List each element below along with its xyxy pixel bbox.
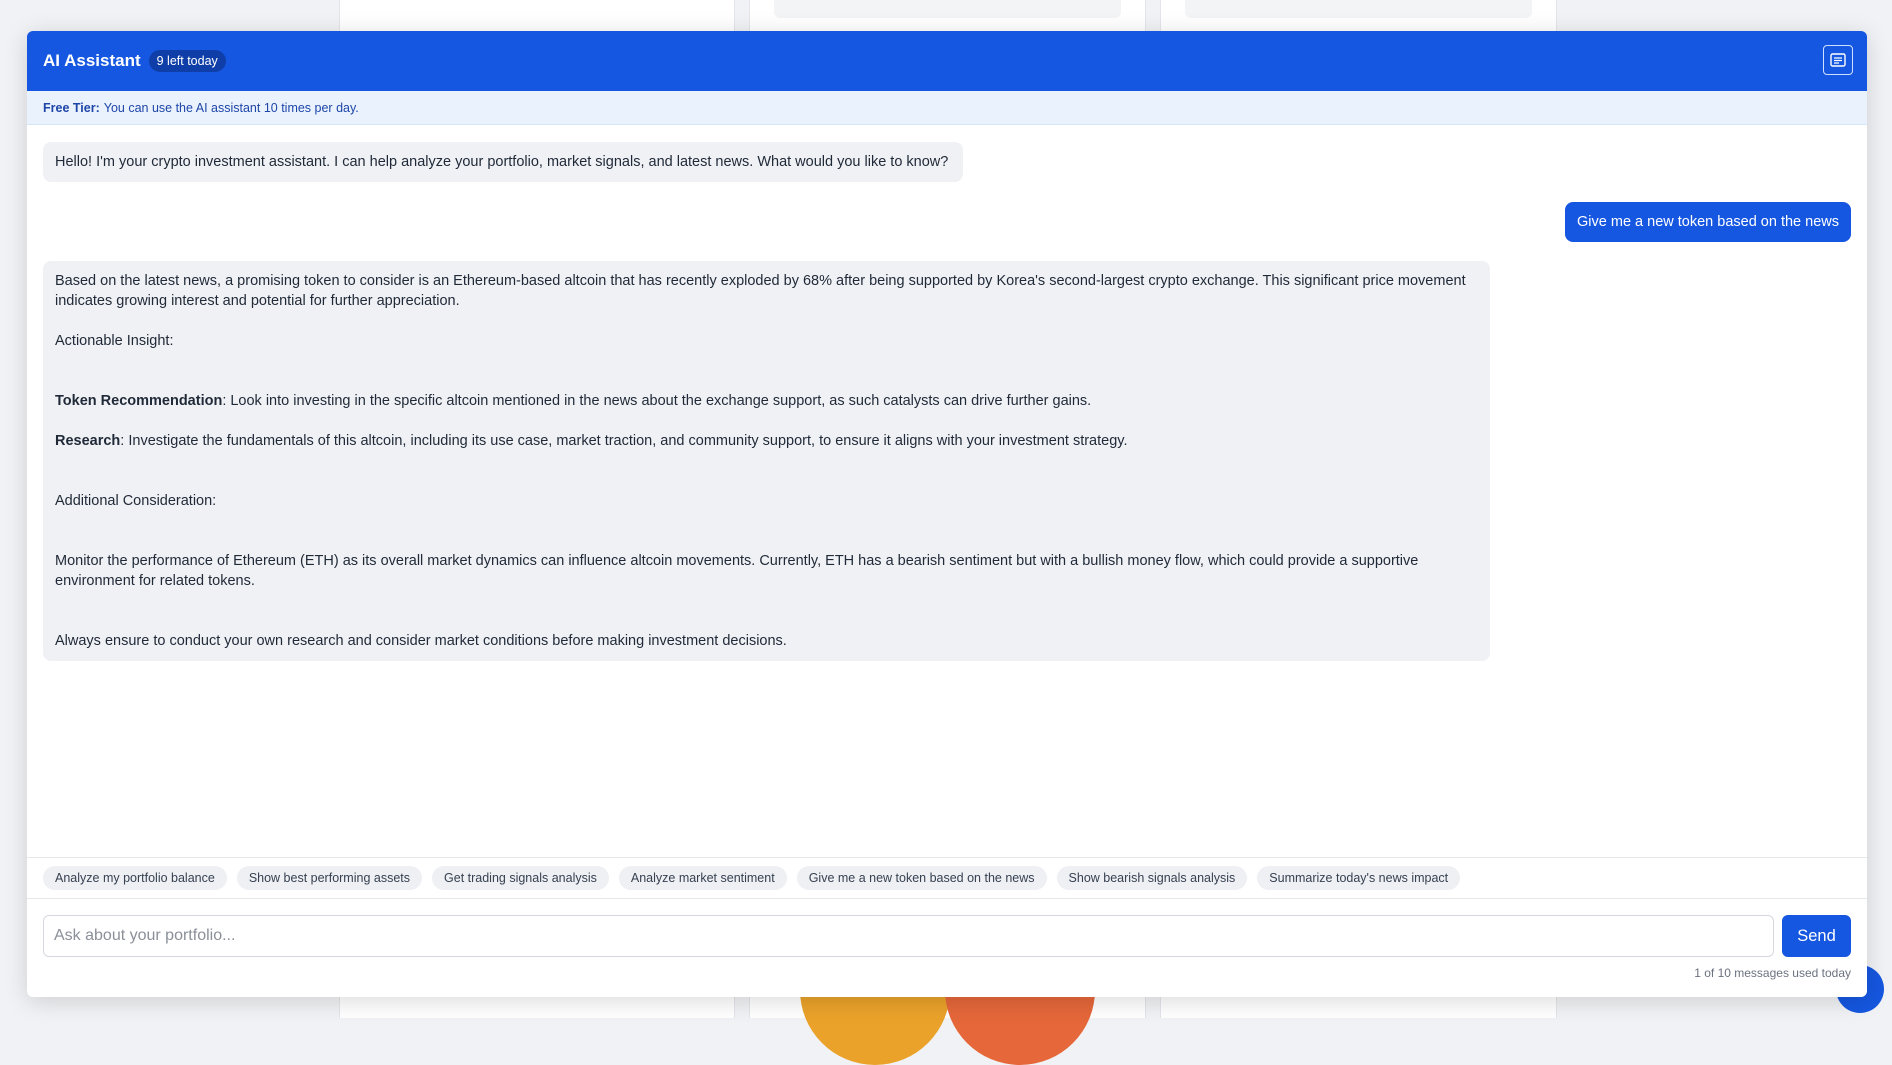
token-label: Token Recommendation xyxy=(55,393,223,409)
reply-consideration-heading: Additional Consideration: xyxy=(55,493,217,509)
suggestion-chip[interactable]: Show best performing assets xyxy=(236,866,423,890)
greeting-text: Hello! I'm your crypto investment assist… xyxy=(55,154,949,170)
modal-title: AI Assistant xyxy=(43,51,141,70)
background-card-header xyxy=(774,0,1121,18)
background-card-header xyxy=(1185,0,1532,18)
tier-label: Free Tier: xyxy=(43,100,100,115)
user-message: Give me a new token based on the news xyxy=(1565,202,1851,242)
background-pie-slice xyxy=(800,985,950,1065)
modal-header: AI Assistant 9 left today xyxy=(27,31,1867,91)
chat-input[interactable] xyxy=(43,915,1774,957)
suggestion-chip[interactable]: Analyze market sentiment xyxy=(618,866,787,890)
tier-text: You can use the AI assistant 10 times pe… xyxy=(103,100,359,115)
suggestion-chip[interactable]: Give me a new token based on the news xyxy=(796,866,1047,890)
research-text: : Investigate the fundamentals of this a… xyxy=(120,433,1128,449)
suggestion-chips: Analyze my portfolio balance Show best p… xyxy=(27,857,1867,899)
suggestion-chip[interactable]: Summarize today's news impact xyxy=(1257,866,1461,890)
reply-insight-heading: Actionable Insight: xyxy=(55,333,174,349)
assistant-message: Hello! I'm your crypto investment assist… xyxy=(43,142,963,182)
remaining-badge: 9 left today xyxy=(148,50,226,72)
menu-button[interactable] xyxy=(1823,45,1853,75)
background-pie-slice xyxy=(945,985,1095,1065)
usage-counter: 1 of 10 messages used today xyxy=(1694,966,1851,980)
list-icon xyxy=(1830,53,1846,67)
user-message-text: Give me a new token based on the news xyxy=(1577,214,1839,230)
token-text: : Look into investing in the specific al… xyxy=(222,393,1092,409)
reply-intro: Based on the latest news, a promising to… xyxy=(55,273,1466,309)
free-tier-banner: Free Tier: You can use the AI assistant … xyxy=(27,91,1867,125)
reply-token-recommendation: Token Recommendation: Look into investin… xyxy=(55,391,1478,411)
reply-closing: Always ensure to conduct your own resear… xyxy=(55,633,787,649)
research-label: Research xyxy=(55,433,121,449)
suggestion-chip[interactable]: Get trading signals analysis xyxy=(432,866,609,890)
reply-research: Research: Investigate the fundamentals o… xyxy=(55,431,1478,451)
chat-area: Hello! I'm your crypto investment assist… xyxy=(27,125,1867,887)
composer: Send xyxy=(43,915,1851,957)
suggestion-chip[interactable]: Show bearish signals analysis xyxy=(1056,866,1248,890)
assistant-message: Based on the latest news, a promising to… xyxy=(43,261,1490,661)
reply-consideration-text: Monitor the performance of Ethereum (ETH… xyxy=(55,553,1419,589)
ai-assistant-modal: AI Assistant 9 left today Free Tier: You… xyxy=(27,31,1867,997)
suggestion-chip[interactable]: Analyze my portfolio balance xyxy=(43,866,227,890)
send-button[interactable]: Send xyxy=(1782,915,1851,957)
